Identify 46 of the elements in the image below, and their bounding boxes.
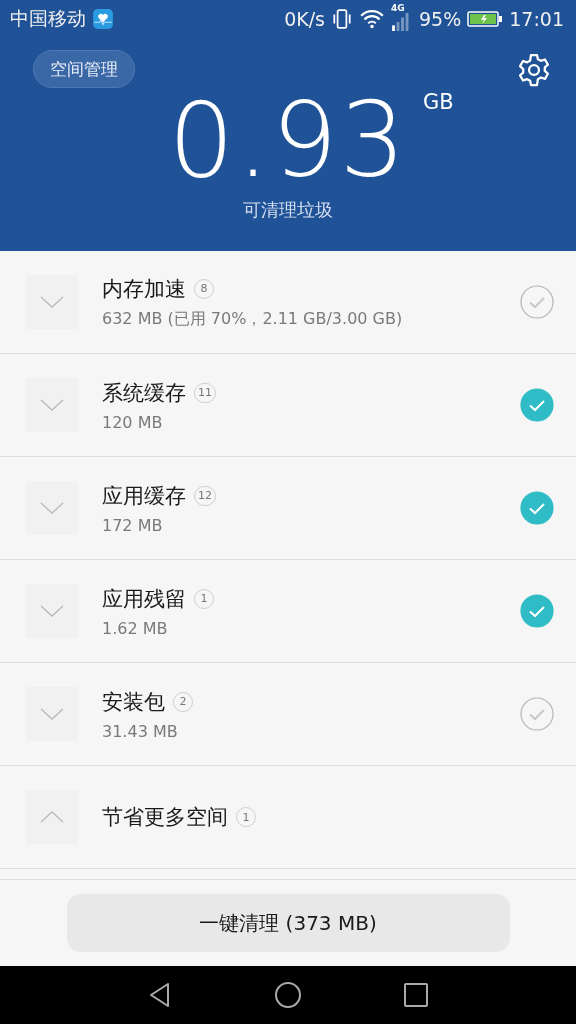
battery-icon: [467, 9, 504, 29]
category-title: 应用缓存: [102, 482, 186, 510]
junk-amount: 0.93: [168, 88, 408, 192]
expand-toggle[interactable]: [26, 275, 78, 329]
recent-apps-icon[interactable]: [402, 981, 430, 1009]
wifi-icon: [359, 8, 385, 30]
signal-icon: [391, 13, 409, 31]
category-title: 内存加速: [102, 275, 186, 303]
expand-toggle[interactable]: [26, 378, 78, 432]
one-tap-clean-button[interactable]: 一键清理 (373 MB): [66, 894, 510, 952]
amount-caption: 可清理垃圾: [243, 198, 333, 222]
category-size: 632 MB (已用 70%，2.11 GB/3.00 GB): [102, 308, 404, 330]
category-title: 安装包: [102, 688, 165, 716]
chevron-icon: [40, 810, 64, 824]
expand-toggle[interactable]: [26, 584, 78, 638]
network-speed: 0K/s: [284, 8, 325, 30]
network-type: 4G: [391, 3, 405, 13]
category-size: 31.43 MB: [102, 721, 179, 741]
checkbox[interactable]: [520, 285, 554, 319]
health-app-icon: [92, 8, 114, 30]
expand-toggle[interactable]: [26, 790, 78, 844]
checkbox[interactable]: [520, 491, 554, 525]
space-management-button[interactable]: 空间管理: [33, 50, 135, 88]
chevron-icon: [40, 501, 64, 515]
clock: 17:01: [509, 8, 564, 30]
chevron-icon: [40, 398, 64, 412]
checkbox[interactable]: [520, 388, 554, 422]
category-size: 172 MB: [102, 515, 164, 535]
expand-toggle[interactable]: [26, 687, 78, 741]
amount-unit: GB: [423, 90, 454, 114]
category-title: 应用残留: [102, 585, 186, 613]
checkbox[interactable]: [520, 697, 554, 731]
expand-toggle[interactable]: [26, 481, 78, 535]
settings-icon[interactable]: [516, 52, 552, 88]
chevron-icon: [40, 707, 64, 721]
category-title: 节省更多空间: [102, 804, 228, 831]
vibrate-icon: [331, 8, 353, 30]
carrier-name: 中国移动: [10, 6, 86, 31]
battery-percent: 95%: [419, 8, 462, 30]
category-size: 120 MB: [102, 412, 164, 432]
checkbox[interactable]: [520, 594, 554, 628]
chevron-icon: [40, 604, 64, 618]
chevron-icon: [40, 295, 64, 309]
category-size: 1.62 MB: [102, 618, 169, 638]
category-title: 系统缓存: [102, 379, 186, 407]
home-icon[interactable]: [274, 981, 302, 1009]
